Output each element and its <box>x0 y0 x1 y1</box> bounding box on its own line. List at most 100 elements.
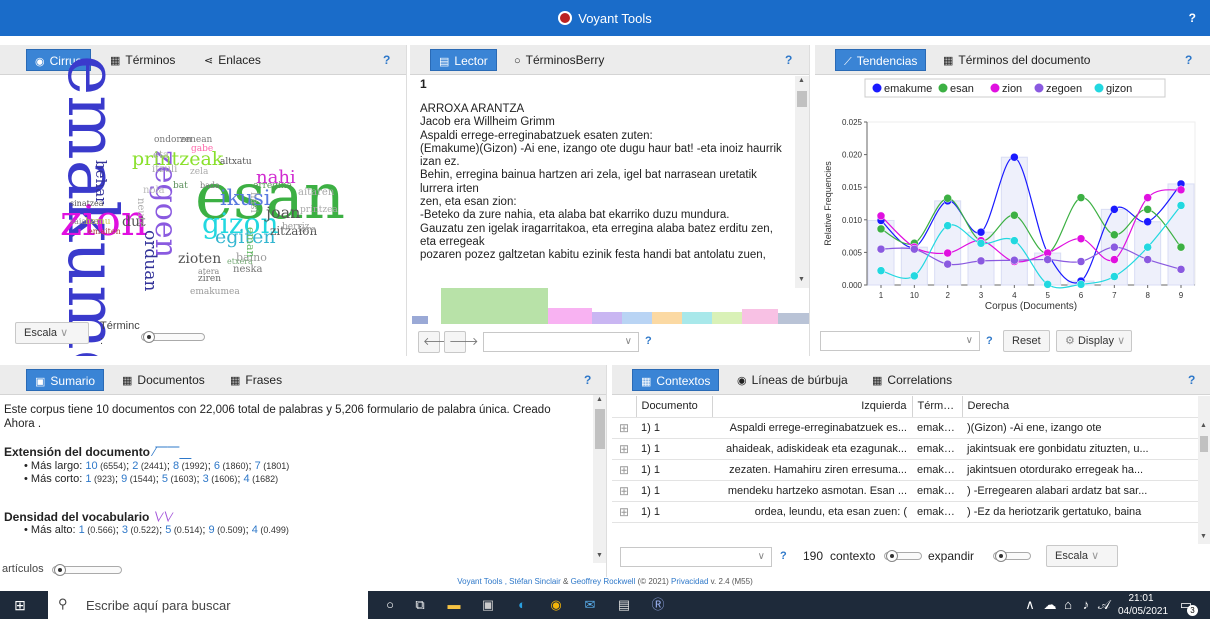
data-point-zion[interactable] <box>1176 185 1186 195</box>
cloud-word[interactable]: zioten <box>178 252 221 266</box>
data-point-zegoen[interactable] <box>876 244 886 254</box>
tab-lector[interactable]: ▤ Lector <box>430 49 497 71</box>
prev-button[interactable]: 🡐 <box>418 331 453 353</box>
word-cloud[interactable]: emakume esan zion zegoen gizon printzeak nahi i… <box>50 55 380 356</box>
data-point-gizon[interactable] <box>1076 280 1086 289</box>
doc-strip-segment[interactable] <box>592 312 622 324</box>
data-point-zegoen[interactable] <box>1110 242 1119 252</box>
table-row[interactable]: ⊞ 1) 1 Aspaldi errege-erreginabatzuek es..… <box>612 417 1198 439</box>
cloud-word[interactable]: zela <box>190 168 208 177</box>
data-point-gizon[interactable] <box>1110 272 1119 281</box>
cloud-word[interactable]: ikusi <box>220 188 270 209</box>
tab-correlations[interactable]: ▦ Correlations <box>864 369 960 391</box>
col-derecha[interactable]: Derecha <box>962 396 1198 418</box>
expand-row-icon[interactable]: ⊞ <box>612 459 636 481</box>
reader-text[interactable]: ARROXA ARANTZA Jacob era Willheim Grimm As… <box>420 103 792 287</box>
next-button[interactable]: 🡒 <box>444 331 479 353</box>
taskbar-search[interactable]: ⚲ Escribe aquí para buscar <box>48 591 368 619</box>
data-point-esan[interactable] <box>1110 230 1119 240</box>
doc-strip-segment[interactable] <box>622 312 652 324</box>
cloud-word[interactable]: aitaren <box>298 188 334 198</box>
onedrive-icon[interactable]: ☁ <box>1040 595 1060 615</box>
network-icon[interactable]: ⌂ <box>1058 595 1078 615</box>
cirrus-help-button[interactable]: ? <box>383 53 390 67</box>
data-point-zegoen[interactable] <box>1143 255 1152 264</box>
trends-combo-help[interactable]: ? <box>986 335 993 347</box>
col-terminos[interactable]: Términos <box>912 396 963 418</box>
contexts-search-combo[interactable]: ∨ <box>620 547 772 567</box>
contexts-help-button[interactable]: ? <box>1188 373 1195 387</box>
footer-author1-link[interactable]: Stéfan Sinclair <box>509 577 561 586</box>
contexts-scroll-thumb[interactable] <box>1200 436 1208 452</box>
data-point-gizon[interactable] <box>976 239 986 248</box>
reader-scroll-thumb[interactable] <box>797 91 807 107</box>
windows-start-icon[interactable]: ⊞ <box>10 595 30 615</box>
summary-scrollbar[interactable]: ▲ ▼ <box>593 395 606 563</box>
scroll-down-icon[interactable]: ▼ <box>596 552 603 559</box>
legend-label-zion[interactable]: zion <box>1002 83 1022 95</box>
store-icon[interactable]: ▣ <box>478 595 498 615</box>
tab-tendencias[interactable]: ⟋ Tendencias <box>835 49 927 71</box>
cloud-word[interactable]: emakumea <box>190 288 240 297</box>
cortana-icon[interactable]: ○ <box>380 595 400 615</box>
data-point-zegoen[interactable] <box>910 244 919 254</box>
data-point-zion[interactable] <box>1076 234 1086 243</box>
col-izquierda[interactable]: Izquierda <box>712 396 913 418</box>
cloud-word[interactable]: neure <box>135 198 146 228</box>
data-point-gizon[interactable] <box>910 271 919 281</box>
cloud-word[interactable]: eta <box>153 151 169 161</box>
expand-row-icon[interactable]: ⊞ <box>612 501 636 523</box>
legend-label-emakume[interactable]: emakume <box>884 83 932 95</box>
mail-icon[interactable]: ✉ <box>580 595 600 615</box>
doc-strip-segment[interactable] <box>712 312 742 324</box>
footer-author2-link[interactable]: Geoffrey Rockwell <box>571 577 636 586</box>
footer-app-link[interactable]: Voyant Tools , <box>457 577 507 586</box>
tab-lineas-burbuja[interactable]: ◉ Líneas de búrbuja <box>729 369 856 391</box>
cloud-word[interactable]: altxatu <box>220 158 252 167</box>
data-point-esan[interactable] <box>1076 193 1086 202</box>
expand-row-icon[interactable]: ⊞ <box>612 480 636 502</box>
expand-row-icon[interactable]: ⊞ <box>612 438 636 460</box>
cloud-word[interactable]: bada <box>200 182 220 190</box>
display-button[interactable]: ⚙ Display ∨ <box>1056 330 1132 352</box>
data-point-zegoen[interactable] <box>1076 257 1086 266</box>
summary-scroll-thumb[interactable] <box>595 409 605 449</box>
cloud-word[interactable]: nola <box>143 186 165 196</box>
doc-link[interactable]: 10 <box>85 460 97 472</box>
clock[interactable]: 21:01 04/05/2021 <box>1118 592 1168 618</box>
cloud-word[interactable]: orduan <box>140 230 160 291</box>
summary-help-button[interactable]: ? <box>584 373 591 387</box>
tab-sumario[interactable]: ▣ Sumario <box>26 369 105 391</box>
file-explorer-icon[interactable]: ▬ <box>444 595 464 615</box>
trends-combo[interactable]: ∨ <box>820 331 980 351</box>
data-point-emakume[interactable] <box>1010 152 1019 162</box>
terms-slider-knob[interactable] <box>143 331 155 343</box>
legend-label-gizon[interactable]: gizon <box>1106 83 1132 95</box>
reader-scrollbar[interactable]: ▲ ▼ <box>795 76 809 288</box>
tab-documentos[interactable]: ▦ Documentos <box>114 369 213 391</box>
cloud-word[interactable]: behar <box>92 160 110 204</box>
cloud-word[interactable]: ziren <box>198 275 221 284</box>
tab-contextos[interactable]: ▦ Contextos <box>632 369 720 391</box>
doc-strip-segment[interactable] <box>652 312 682 324</box>
cloud-word[interactable]: saiatzen <box>70 218 104 226</box>
cloud-word[interactable]: bat <box>173 182 188 191</box>
chrome-icon[interactable]: ◉ <box>546 595 566 615</box>
doc-strip-segment[interactable] <box>441 288 548 324</box>
tab-frases[interactable]: ▦ Frases <box>222 369 290 391</box>
reader-help-button[interactable]: ? <box>785 53 792 67</box>
table-row[interactable]: ⊞ 1) 1 ordea, leundu, eta esan zuen: (emak… <box>612 501 1198 523</box>
contexts-scale-dropdown[interactable]: Escala ∨ <box>1046 545 1118 567</box>
scroll-down-icon[interactable]: ▼ <box>798 276 805 283</box>
doc-strip-segment[interactable] <box>742 309 778 324</box>
cloud-word[interactable]: atera <box>198 268 219 276</box>
edge-icon[interactable]: ◐ <box>512 595 532 615</box>
doc-strip-segment[interactable] <box>778 313 809 324</box>
doc-strip-segment[interactable] <box>682 312 712 324</box>
data-point-gizon[interactable] <box>943 221 952 230</box>
data-point-gizon[interactable] <box>1176 201 1186 210</box>
data-point-esan[interactable] <box>876 224 886 234</box>
legend-marker-emakume[interactable] <box>872 83 882 93</box>
scroll-up-icon[interactable]: ▲ <box>596 396 603 403</box>
legend-label-zegoen[interactable]: zegoen <box>1046 83 1082 95</box>
